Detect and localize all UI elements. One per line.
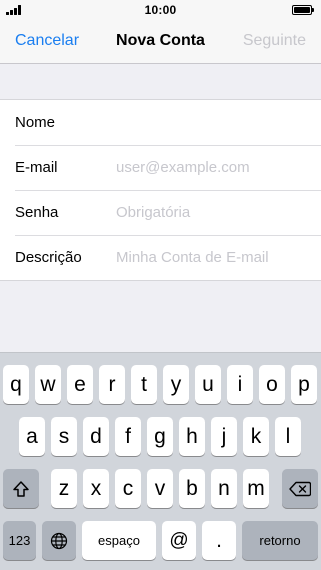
key-m[interactable]: m [243,469,269,508]
key-x[interactable]: x [83,469,109,508]
key-r[interactable]: r [99,365,125,404]
status-bar: 10:00 [0,0,321,20]
email-label: E-mail [15,159,58,176]
password-field[interactable] [116,201,312,223]
key-s[interactable]: s [51,417,77,456]
name-field[interactable] [116,111,312,133]
password-row: Senha [0,190,321,235]
dot-key[interactable]: . [202,521,236,560]
name-row: Nome [0,100,321,145]
next-button[interactable]: Seguinte [243,32,306,50]
key-c[interactable]: c [115,469,141,508]
key-e[interactable]: e [67,365,93,404]
navigation-bar: Cancelar Nova Conta Seguinte [0,20,321,64]
key-q[interactable]: q [3,365,29,404]
key-t[interactable]: t [131,365,157,404]
key-h[interactable]: h [179,417,205,456]
description-label: Descrição [15,249,82,266]
key-b[interactable]: b [179,469,205,508]
email-field[interactable] [116,156,312,178]
key-d[interactable]: d [83,417,109,456]
key-o[interactable]: o [259,365,285,404]
email-row: E-mail [0,145,321,190]
return-key[interactable]: retorno [242,521,318,560]
key-a[interactable]: a [19,417,45,456]
shift-icon [13,480,29,497]
at-key[interactable]: @ [162,521,196,560]
key-v[interactable]: v [147,469,173,508]
key-i[interactable]: i [227,365,253,404]
space-key[interactable]: espaço [82,521,156,560]
key-k[interactable]: k [243,417,269,456]
name-label: Nome [15,114,56,131]
key-j[interactable]: j [211,417,237,456]
description-field[interactable] [116,246,312,268]
keyboard: q w e r t y u i o p a s d f g h j k l z … [0,352,321,570]
key-p[interactable]: p [291,365,317,404]
battery-icon [292,5,314,15]
globe-key[interactable] [42,521,76,560]
delete-icon [289,481,311,496]
key-l[interactable]: l [275,417,301,456]
key-w[interactable]: w [35,365,61,404]
key-g[interactable]: g [147,417,173,456]
key-u[interactable]: u [195,365,221,404]
key-z[interactable]: z [51,469,77,508]
globe-icon [50,532,68,549]
delete-key[interactable] [282,469,318,508]
key-y[interactable]: y [163,365,189,404]
description-row: Descrição [0,235,321,280]
numbers-key[interactable]: 123 [3,521,36,560]
account-form: Nome E-mail Senha Descrição [0,99,321,281]
status-time: 10:00 [144,3,177,17]
key-f[interactable]: f [115,417,141,456]
password-label: Senha [15,204,59,221]
key-n[interactable]: n [211,469,237,508]
shift-key[interactable] [3,469,39,508]
